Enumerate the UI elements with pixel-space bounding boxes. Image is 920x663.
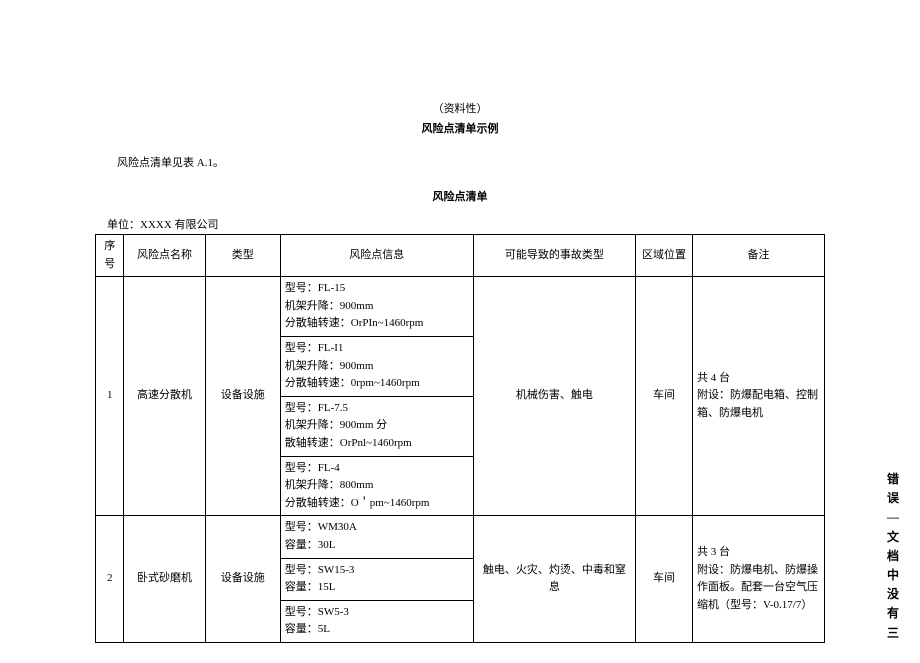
cell-type: 设备设施 xyxy=(205,516,280,643)
cell-info: 型号：FL-7.5机架升降：900mm 分散轴转速：OrPnl~1460rpm xyxy=(280,396,473,456)
cell-loc: 车间 xyxy=(636,516,693,643)
cell-info: 型号：SW5-3容量：5L xyxy=(280,600,473,642)
col-name: 风险点名称 xyxy=(124,235,205,277)
cell-name: 高速分散机 xyxy=(124,277,205,516)
table-row: 1 高速分散机 设备设施 型号：FL-15机架升降：900mm分散轴转速：OrP… xyxy=(96,277,825,337)
header-title: 风险点清单示例 xyxy=(95,120,825,136)
cell-acc: 机械伤害、触电 xyxy=(473,277,635,516)
col-info: 风险点信息 xyxy=(280,235,473,277)
col-type: 类型 xyxy=(205,235,280,277)
intro-text: 风险点清单见表 A.1。 xyxy=(95,154,825,170)
risk-table: 序号 风险点名称 类型 风险点信息 可能导致的事故类型 区域位置 备注 1 高速… xyxy=(95,234,825,643)
cell-idx: 1 xyxy=(96,277,124,516)
cell-info: 型号：FL-4机架升降：800mm分散轴转速：O＇pm~1460rpm xyxy=(280,456,473,516)
cell-info: 型号：WM30A容量：30L xyxy=(280,516,473,558)
col-acc: 可能导致的事故类型 xyxy=(473,235,635,277)
table-title: 风险点清单 xyxy=(95,188,825,204)
header-reference: （资料性） xyxy=(95,100,825,116)
cell-acc: 触电、火灾、灼烫、中毒和窒息 xyxy=(473,516,635,643)
table-row: 2 卧式砂磨机 设备设施 型号：WM30A容量：30L 触电、火灾、灼烫、中毒和… xyxy=(96,516,825,558)
side-note: 错误—文档中没有三 xyxy=(886,470,900,643)
cell-type: 设备设施 xyxy=(205,277,280,516)
cell-note: 共 4 台附设：防爆配电箱、控制箱、防爆电机 xyxy=(692,277,824,516)
cell-info: 型号：FL-I1机架升降：900mm分散轴转速：0rpm~1460rpm xyxy=(280,336,473,396)
table-header-row: 序号 风险点名称 类型 风险点信息 可能导致的事故类型 区域位置 备注 xyxy=(96,235,825,277)
unit-line: 单位：XXXX 有限公司 xyxy=(95,216,825,232)
col-loc: 区域位置 xyxy=(636,235,693,277)
cell-idx: 2 xyxy=(96,516,124,643)
cell-note: 共 3 台附设：防爆电机、防爆操作面板。配套一台空气压缩机（型号：V-0.17/… xyxy=(692,516,824,643)
cell-info: 型号：FL-15机架升降：900mm分散轴转速：OrPIn~1460rpm xyxy=(280,277,473,337)
col-note: 备注 xyxy=(692,235,824,277)
col-idx: 序号 xyxy=(96,235,124,277)
cell-name: 卧式砂磨机 xyxy=(124,516,205,643)
cell-loc: 车间 xyxy=(636,277,693,516)
cell-info: 型号：SW15-3容量：15L xyxy=(280,558,473,600)
